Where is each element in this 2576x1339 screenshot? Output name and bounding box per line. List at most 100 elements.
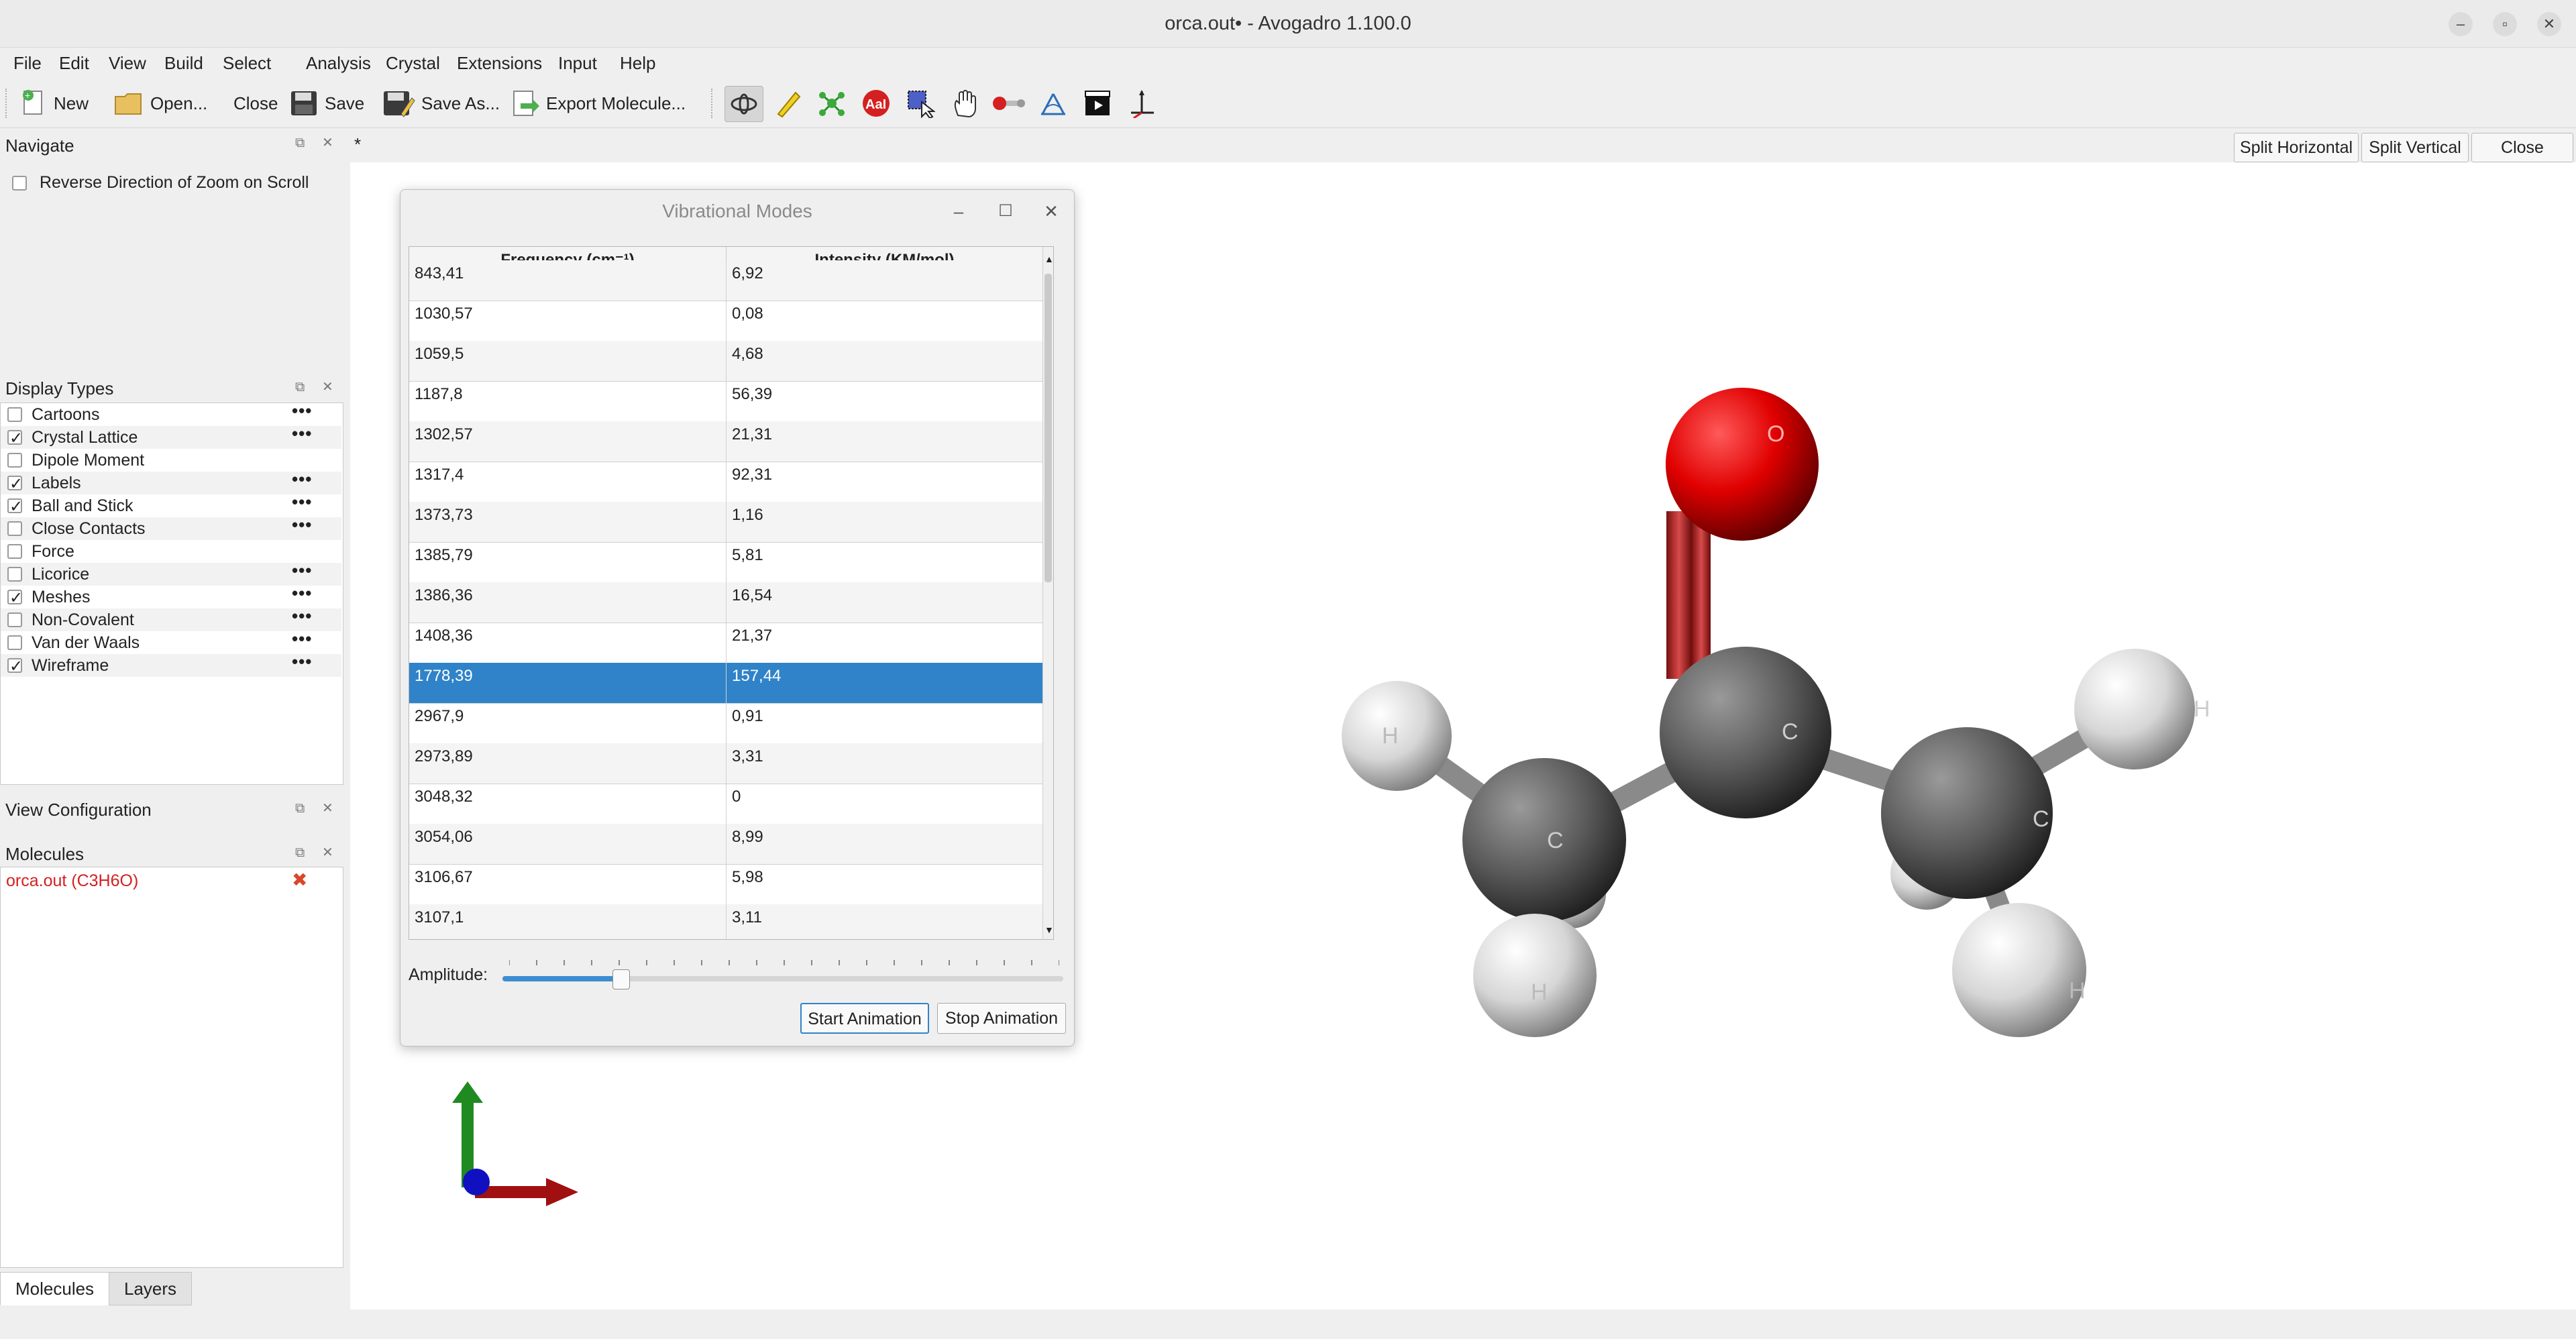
split-vertical-button[interactable]: Split Vertical [2361,133,2469,162]
save-as-button[interactable]: Save As... [381,86,500,121]
open-button[interactable]: Open... [113,86,207,121]
bond-centric-tool-icon[interactable] [990,86,1028,121]
display-type-settings-icon[interactable]: ••• [292,650,312,673]
molecule-item[interactable]: orca.out (C3H6O) [6,871,138,891]
table-row[interactable]: 1408,36 21,37 [409,623,1042,663]
atom-h-right[interactable] [2074,649,2195,769]
menu-crystal[interactable]: Crystal [386,52,440,74]
display-type-checkbox[interactable] [7,427,23,450]
display-types-float-icon[interactable]: ⧉ [295,380,305,395]
menu-extensions[interactable]: Extensions [457,52,542,74]
table-row[interactable]: 3054,06 8,99 [409,824,1042,865]
display-type-row[interactable]: Meshes ••• [1,583,341,610]
viewport-tab[interactable]: * [354,134,361,155]
table-row[interactable]: 1059,5 4,68 [409,341,1042,382]
menu-edit[interactable]: Edit [59,52,89,74]
menu-view[interactable]: View [109,52,146,74]
display-types-close-icon[interactable]: ✕ [322,378,333,395]
display-type-row[interactable]: Cartoons ••• [1,400,341,426]
display-type-row[interactable]: Force [1,540,341,563]
dialog-minimize-icon[interactable]: – [947,199,971,223]
close-file-button[interactable]: Close [233,86,278,121]
save-button[interactable]: Save [288,86,364,121]
play-animation-tool-icon[interactable] [1079,86,1116,121]
amplitude-slider[interactable] [502,969,1063,989]
table-row[interactable]: 1317,4 92,31 [409,462,1042,502]
menu-build[interactable]: Build [164,52,203,74]
display-type-row[interactable]: Close Contacts ••• [1,515,341,540]
label-tool-icon[interactable]: AaI [857,86,895,121]
template-tool-icon[interactable] [813,86,851,121]
menu-file[interactable]: File [13,52,42,74]
atom-h-bottom-right[interactable] [1952,903,2086,1037]
scroll-down-icon[interactable]: ▼ [1044,924,1053,935]
atom-carbon-right[interactable] [1881,727,2053,899]
dialog-close-icon[interactable]: ✕ [1039,199,1063,223]
table-row[interactable]: 2973,89 3,31 [409,743,1042,784]
display-type-checkbox[interactable] [7,407,22,422]
tab-layers[interactable]: Layers [109,1272,193,1305]
navigate-close-icon[interactable]: ✕ [322,134,333,151]
table-row[interactable]: 1030,57 0,08 [409,301,1042,341]
close-view-button[interactable]: Close [2471,133,2573,162]
display-type-row[interactable]: Non-Covalent ••• [1,606,341,631]
table-row[interactable]: 1386,36 16,54 [409,582,1042,623]
table-row[interactable]: 1302,57 21,31 [409,421,1042,462]
display-type-settings-icon[interactable]: ••• [292,627,312,650]
maximize-icon[interactable]: ▫ [2493,12,2517,36]
display-type-checkbox[interactable] [7,521,22,536]
stop-animation-button[interactable]: Stop Animation [937,1003,1066,1034]
display-type-settings-icon[interactable]: ••• [292,582,312,604]
display-type-checkbox[interactable] [7,635,22,650]
display-type-checkbox[interactable] [7,612,22,627]
display-type-checkbox[interactable] [7,655,23,678]
display-type-checkbox[interactable] [7,587,23,610]
measure-tool-icon[interactable] [1034,86,1072,121]
display-type-checkbox[interactable] [7,473,23,496]
view-config-float-icon[interactable]: ⧉ [295,801,305,816]
atom-oxygen[interactable] [1666,388,1819,541]
table-scrollbar[interactable]: ▲ ▼ [1042,247,1053,939]
menu-input[interactable]: Input [558,52,597,74]
display-type-checkbox[interactable] [7,544,22,559]
menu-analysis[interactable]: Analysis [306,52,371,74]
start-animation-button[interactable]: Start Animation [800,1003,929,1034]
table-row[interactable]: 1385,79 5,81 [409,542,1042,583]
atom-carbon-center[interactable] [1660,647,1831,818]
display-type-row[interactable]: Crystal Lattice ••• [1,423,341,450]
scroll-up-icon[interactable]: ▲ [1044,254,1053,264]
display-type-row[interactable]: Van der Waals ••• [1,629,341,654]
table-row[interactable]: 3107,1 3,11 [409,904,1042,939]
reverse-zoom-option[interactable]: Reverse Direction of Zoom on Scroll [12,173,309,193]
scrollbar-thumb[interactable] [1044,274,1052,582]
table-row[interactable]: 1778,39 157,44 [409,663,1042,704]
minimize-icon[interactable]: – [2449,12,2473,36]
table-row[interactable]: 1187,8 56,39 [409,381,1042,422]
navigate-tool-icon[interactable] [724,86,763,122]
display-type-settings-icon[interactable]: ••• [292,468,312,490]
reverse-zoom-checkbox[interactable] [12,176,27,191]
display-type-settings-icon[interactable]: ••• [292,399,312,422]
navigate-float-icon[interactable]: ⧉ [295,136,305,151]
manipulate-tool-icon[interactable] [946,86,983,121]
menu-select[interactable]: Select [223,52,271,74]
align-tool-icon[interactable] [1123,86,1161,121]
molecules-float-icon[interactable]: ⧉ [295,845,305,861]
display-type-row[interactable]: Labels ••• [1,469,341,496]
atom-carbon-left[interactable] [1462,758,1626,922]
display-type-row[interactable]: Dipole Moment [1,449,341,472]
display-type-checkbox[interactable] [7,453,22,468]
display-type-row[interactable]: Licorice ••• [1,560,341,586]
new-button[interactable]: + New [19,86,89,121]
display-type-settings-icon[interactable]: ••• [292,604,312,627]
amplitude-slider-handle[interactable] [612,969,630,989]
view-config-close-icon[interactable]: ✕ [322,800,333,816]
display-type-row[interactable]: Wireframe ••• [1,651,341,678]
display-type-settings-icon[interactable]: ••• [292,422,312,445]
display-type-settings-icon[interactable]: ••• [292,513,312,536]
display-type-row[interactable]: Ball and Stick ••• [1,492,341,519]
table-row[interactable]: 1373,73 1,16 [409,502,1042,543]
export-molecule-button[interactable]: Export Molecule... [510,86,686,121]
display-type-checkbox[interactable] [7,496,23,519]
selection-tool-icon[interactable] [902,86,939,121]
